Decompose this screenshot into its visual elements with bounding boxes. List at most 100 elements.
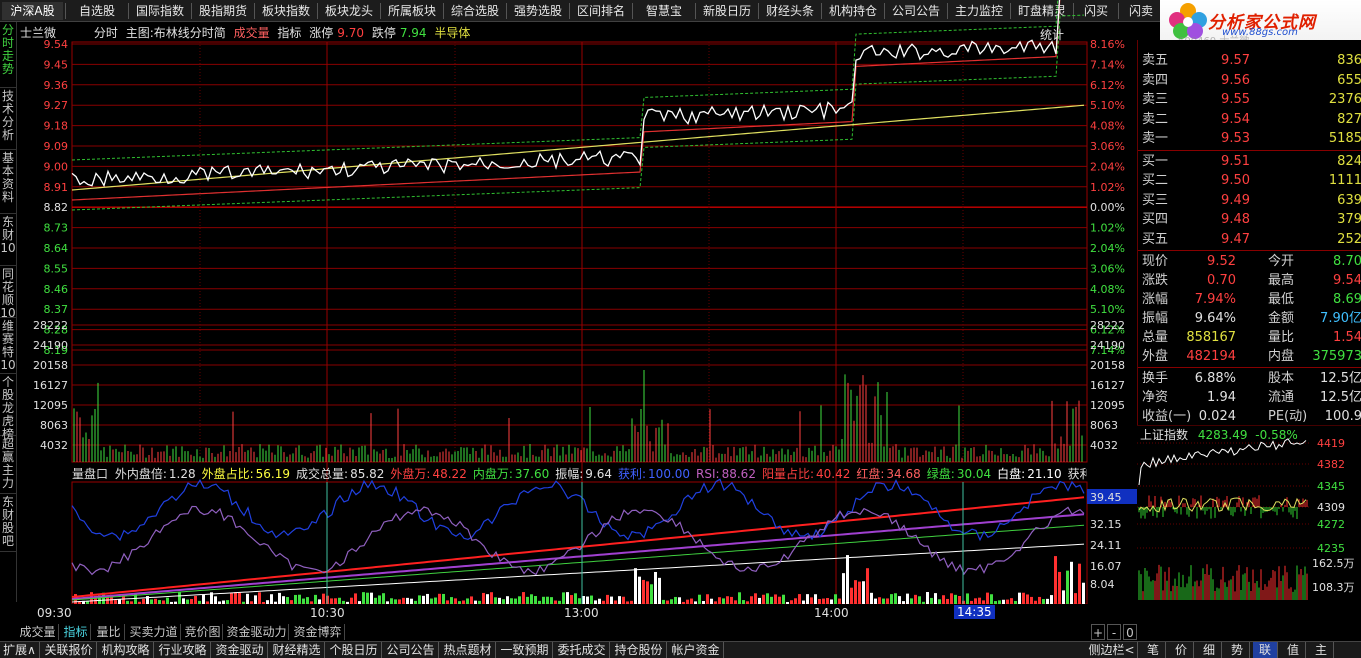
indicator-item-6: 获利: 100.00 (618, 467, 693, 481)
volume-tick-label-right: 20158 (1090, 359, 1125, 372)
status-tab-5[interactable]: 财经精选 (269, 642, 325, 658)
indicator-bar (546, 596, 549, 604)
bottom-zoom-button-1[interactable]: - (1107, 624, 1121, 640)
indicator-bar (178, 592, 181, 604)
indicator-bar (918, 596, 921, 604)
indicator-item-value: 48.22 (432, 467, 467, 481)
indicator-item-label: 阳量占比: (761, 467, 814, 481)
indicator-bar (718, 597, 721, 604)
indicator-name[interactable]: 量盘口 (72, 467, 108, 481)
quote-value-2: 9.54 (1333, 273, 1361, 288)
order-label: 卖五 (1142, 53, 1169, 68)
indicator-bar (846, 555, 849, 604)
indicator-bar (1054, 556, 1057, 604)
indicator-bar (878, 597, 881, 604)
indicator-bar (366, 592, 369, 604)
status-tab-4[interactable]: 资金驱动 (212, 642, 268, 658)
status-right-1[interactable]: 笔 (1141, 642, 1166, 658)
buy-level-1[interactable]: 买二 9.50 1111 (1138, 171, 1361, 190)
indicator-bar (770, 596, 773, 604)
status-tab-1[interactable]: 关联报价 (41, 642, 97, 658)
indicator-bar (422, 595, 425, 604)
bottom-tab-5[interactable]: 资金驱动力 (225, 624, 289, 640)
bottom-tab-0[interactable]: 成交量 (17, 624, 59, 640)
indicator-bar (234, 592, 237, 604)
indicator-item-7: RSI: 88.62 (696, 467, 759, 481)
status-tab-8[interactable]: 热点题材 (440, 642, 496, 658)
status-tab-11[interactable]: 持仓股份 (611, 642, 667, 658)
indicator-bar (646, 581, 649, 604)
status-right-7[interactable]: 主 (1309, 642, 1334, 658)
bottom-tab-6[interactable]: 资金博弈 (291, 624, 345, 640)
bottom-zoom-button-0[interactable]: + (1091, 624, 1105, 640)
indicator-bar (674, 596, 677, 604)
indicator-bar (562, 592, 565, 604)
indicator-bar (990, 594, 993, 604)
quote-label-2: 最高 (1268, 273, 1295, 288)
quote-row-8: 收益(一) 0.024 PE(动) 100.9 (1138, 407, 1361, 426)
indicator-bar (622, 596, 625, 604)
order-price: 9.57 (1221, 53, 1250, 68)
status-tab-2[interactable]: 机构攻略 (98, 642, 154, 658)
indicator-bar (574, 593, 577, 604)
bottom-zoom-button-2[interactable]: 0 (1123, 624, 1137, 640)
indicator-bar (1062, 590, 1065, 604)
status-right-4[interactable]: 势 (1225, 642, 1250, 658)
indicator-bar (214, 596, 217, 604)
indicator-bar (850, 587, 853, 604)
indicator-bar (438, 593, 441, 604)
order-label: 买五 (1142, 231, 1169, 247)
index-tick-label: 4235 (1317, 542, 1345, 555)
indicator-bar (658, 577, 661, 604)
sell-level-2[interactable]: 卖三 9.55 2376 (1138, 90, 1361, 109)
indicator-bar (298, 594, 301, 604)
indicator-bar (322, 593, 325, 604)
index-header: 上证指数 4283.49 -0.58% (1140, 426, 1298, 443)
quote-row-7: 净资 1.94 流通 12.5亿 (1138, 388, 1361, 407)
order-label: 卖一 (1142, 131, 1169, 146)
index-mini-chart[interactable]: 441943824345430942724235162.5万108.3万5415… (1137, 425, 1361, 600)
indicator-item-value: 56.19 (255, 467, 291, 481)
intraday-chart[interactable]: 9.54 8.16% 9.45 7.14% 9.36 6.12% 9.27 5.10% 9.18… (0, 0, 1137, 604)
bottom-tab-2[interactable]: 量比 (93, 624, 125, 640)
indicator-bar (570, 595, 573, 604)
status-tab-6[interactable]: 个股日历 (326, 642, 382, 658)
indicator-bar (194, 595, 197, 604)
status-right-3[interactable]: 细 (1197, 642, 1222, 658)
quote-value: 0.024 (1198, 409, 1236, 424)
status-right-2[interactable]: 价 (1169, 642, 1194, 658)
sell-level-3[interactable]: 卖二 9.54 827 (1138, 110, 1361, 129)
indicator-bar (1058, 571, 1061, 604)
sell-level-1[interactable]: 卖四 9.56 655 (1138, 71, 1361, 90)
bottom-tab-3[interactable]: 买卖力道 (127, 624, 181, 640)
indicator-bar (762, 594, 765, 604)
bottom-tab-1[interactable]: 指标 (61, 624, 91, 640)
price-tick-label: 9.45 (44, 58, 69, 71)
status-right-0[interactable]: 侧边栏< (1086, 642, 1138, 658)
volume-tick-label-right: 24190 (1090, 339, 1125, 352)
quote-label: 振幅 (1142, 311, 1169, 326)
buy-level-2[interactable]: 买三 9.49 639 (1138, 191, 1361, 210)
pct-tick-label: 6.12% (1090, 79, 1125, 92)
status-tab-9[interactable]: 一致预期 (497, 642, 553, 658)
buy-level-4[interactable]: 买五 9.47 252 (1138, 230, 1361, 249)
status-tab-10[interactable]: 委托成交 (554, 642, 610, 658)
sell-level-4[interactable]: 卖一 9.53 5185 (1138, 129, 1361, 148)
status-tab-3[interactable]: 行业攻略 (155, 642, 211, 658)
volume-tick-label-right: 8063 (1090, 419, 1118, 432)
buy-level-0[interactable]: 买一 9.51 824 (1138, 152, 1361, 171)
indicator-bar (942, 595, 945, 604)
status-right-6[interactable]: 值 (1281, 642, 1306, 658)
status-tab-7[interactable]: 公司公告 (383, 642, 439, 658)
status-tab-0[interactable]: 扩展∧ (0, 642, 40, 658)
quote-value-2: 375973 (1312, 349, 1361, 364)
indicator-bar (986, 592, 989, 604)
status-right-5[interactable]: 联 (1253, 642, 1278, 658)
bottom-tab-4[interactable]: 竞价图 (183, 624, 223, 640)
quote-divider-2 (1138, 367, 1361, 368)
status-tab-12[interactable]: 帐户资金 (668, 642, 724, 658)
buy-level-3[interactable]: 买四 9.48 379 (1138, 210, 1361, 229)
sell-level-0[interactable]: 卖五 9.57 836 (1138, 51, 1361, 70)
indicator-item-value: 100.00 (648, 467, 691, 481)
index-change: -0.58% (1255, 428, 1298, 442)
